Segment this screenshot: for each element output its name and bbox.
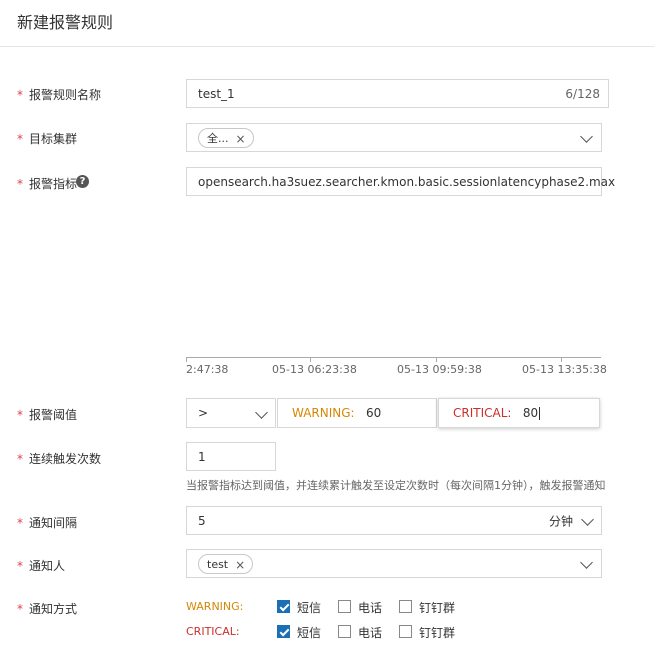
warning-dingtalk-checkbox[interactable]: [399, 600, 412, 613]
critical-sms-label[interactable]: 短信: [297, 624, 321, 641]
rule-name-input[interactable]: test_1 6/128: [186, 79, 609, 108]
metric-value: opensearch.ha3suez.searcher.kmon.basic.s…: [198, 174, 616, 189]
target-cluster-select[interactable]: 全... ×: [186, 123, 602, 152]
timeline-tick-label: 05-13 06:23:38: [272, 363, 357, 376]
notify-people-label: * 通知人: [17, 557, 65, 574]
timeline-tick: [436, 357, 437, 362]
metric-label-text: 报警指标: [29, 177, 78, 191]
chevron-down-icon[interactable]: [581, 513, 594, 526]
critical-threshold-input[interactable]: CRITICAL: 80: [438, 398, 600, 428]
notify-method-label: * 通知方式: [17, 600, 77, 617]
rule-name-counter: 6/128: [565, 86, 600, 101]
target-cluster-label-text: 目标集群: [29, 132, 78, 146]
close-icon[interactable]: ×: [235, 555, 245, 575]
page-title: 新建报警规则: [17, 13, 114, 32]
warning-phone-label[interactable]: 电话: [358, 599, 382, 616]
operator-value: >: [198, 406, 209, 420]
critical-dingtalk-checkbox[interactable]: [399, 625, 412, 638]
timeline-tick-label: 05-13 13:35:38: [522, 363, 607, 376]
help-icon[interactable]: ?: [76, 175, 89, 188]
warning-level-label: WARNING:: [292, 406, 355, 420]
consecutive-value: 1: [198, 449, 206, 464]
required-mark: *: [17, 516, 23, 530]
rule-name-label: * 报警规则名称: [17, 86, 101, 103]
required-mark: *: [17, 452, 23, 466]
consecutive-label: * 连续触发次数: [17, 450, 101, 467]
interval-input[interactable]: 5 分钟: [186, 506, 602, 535]
timeline-tick-label: 05-13 09:59:38: [397, 363, 482, 376]
interval-label-text: 通知间隔: [29, 516, 78, 530]
warning-sms-label[interactable]: 短信: [297, 599, 321, 616]
warning-threshold-content: WARNING: 60: [292, 406, 381, 420]
chevron-down-icon[interactable]: [255, 406, 268, 419]
notify-method-label-text: 通知方式: [29, 602, 78, 616]
rule-name-label-text: 报警规则名称: [29, 88, 102, 102]
notify-people-select[interactable]: test ×: [186, 549, 602, 578]
person-tag-label: test: [207, 557, 229, 571]
warning-threshold-input[interactable]: WARNING: 60: [277, 398, 437, 428]
interval-unit-select[interactable]: 分钟: [549, 512, 573, 529]
critical-phone-label[interactable]: 电话: [358, 624, 382, 641]
rule-name-value: test_1: [198, 86, 235, 101]
critical-method-level: CRITICAL:: [186, 625, 240, 638]
required-mark: *: [17, 408, 23, 422]
cluster-tag[interactable]: 全... ×: [198, 127, 254, 149]
required-mark: *: [17, 559, 23, 573]
warning-phone-checkbox[interactable]: [338, 600, 351, 613]
timeline-tick: [186, 357, 187, 362]
text-cursor: [539, 407, 541, 420]
required-mark: *: [17, 88, 23, 102]
chevron-down-icon[interactable]: [580, 556, 593, 569]
interval-label: * 通知间隔: [17, 514, 77, 531]
warning-dingtalk-label[interactable]: 钉钉群: [419, 599, 455, 616]
chevron-down-icon[interactable]: [580, 130, 593, 143]
critical-sms-checkbox[interactable]: [277, 625, 290, 638]
critical-dingtalk-label[interactable]: 钉钉群: [419, 624, 455, 641]
operator-select[interactable]: >: [186, 398, 276, 428]
close-icon[interactable]: ×: [235, 129, 245, 149]
warning-sms-checkbox[interactable]: [277, 600, 290, 613]
metric-input[interactable]: opensearch.ha3suez.searcher.kmon.basic.s…: [186, 167, 615, 196]
required-mark: *: [17, 132, 23, 146]
cluster-tag-label: 全...: [207, 131, 229, 145]
consecutive-label-text: 连续触发次数: [29, 452, 102, 466]
consecutive-input[interactable]: 1: [186, 442, 276, 471]
threshold-label-text: 报警阈值: [29, 408, 78, 422]
critical-threshold-value: 80: [522, 406, 539, 420]
timeline-tick: [561, 357, 562, 362]
metric-label: * 报警指标: [17, 175, 77, 192]
critical-threshold-content: CRITICAL: 80: [453, 406, 541, 420]
notify-people-label-text: 通知人: [29, 559, 66, 573]
warning-method-level: WARNING:: [186, 600, 244, 613]
warning-threshold-value: 60: [366, 406, 382, 420]
timeline-tick: [310, 357, 311, 362]
critical-phone-checkbox[interactable]: [338, 625, 351, 638]
target-cluster-label: * 目标集群: [17, 130, 77, 147]
person-tag[interactable]: test ×: [198, 553, 254, 575]
required-mark: *: [17, 602, 23, 616]
required-mark: *: [17, 177, 23, 191]
threshold-label: * 报警阈值: [17, 406, 77, 423]
timeline-axis: [186, 357, 601, 358]
timeline-tick-label: 2:47:38: [186, 363, 229, 376]
consecutive-hint: 当报警指标达到阈值，并连续累计触发至设定次数时（每次间隔1分钟），触发报警通知: [186, 479, 606, 492]
dialog-header: 新建报警规则: [0, 0, 654, 47]
critical-level-label: CRITICAL:: [453, 406, 512, 420]
interval-value: 5: [198, 513, 206, 528]
